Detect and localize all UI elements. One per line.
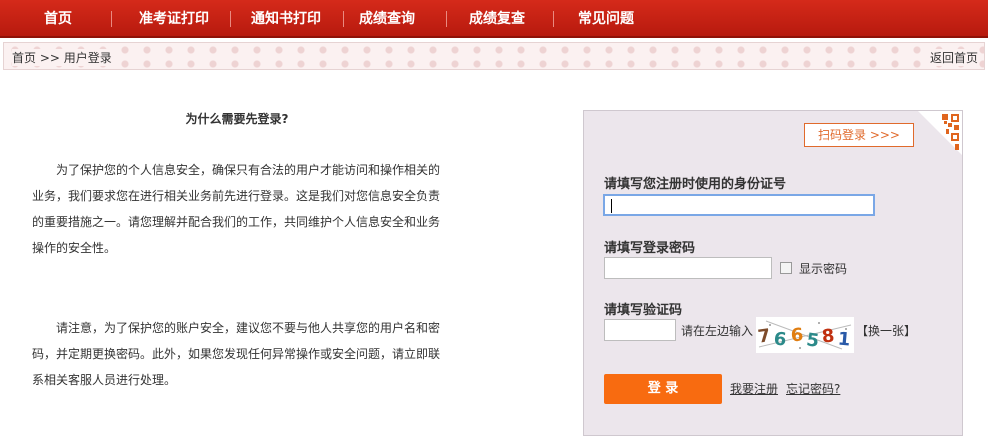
nav-faq[interactable]: 常见问题 — [564, 0, 648, 38]
info-paragraph: 为了保护您的个人信息安全，确保只有合法的用户才能访问和操作相关的业务，我们要求您… — [32, 163, 441, 255]
info-paragraph: 请注意，为了保护您的账户安全，建议您不要与他人共享您的用户名和密码，并定期更换密… — [32, 321, 441, 387]
nav-admission-ticket[interactable]: 准考证打印 — [120, 0, 228, 38]
qr-code-icon[interactable] — [918, 111, 962, 155]
back-home-link[interactable]: 返回首页 — [923, 49, 978, 66]
captcha-char: 1 — [837, 329, 851, 351]
breadcrumb-bar: 首页 >> 用户登录 返回首页 — [3, 42, 985, 70]
nav-home[interactable]: 首页 — [18, 0, 98, 38]
captcha-char: 6 — [773, 328, 788, 350]
show-password-label: 显示密码 — [799, 262, 848, 276]
forgot-password-link[interactable]: 忘记密码? — [786, 380, 840, 397]
top-nav: 首页 准考证打印 通知书打印 成绩查询 成绩复查 常见问题 — [0, 0, 988, 38]
text-caret — [611, 199, 612, 213]
nav-divider — [446, 11, 447, 27]
captcha-label: 请填写验证码 — [604, 303, 683, 318]
nav-notice-print[interactable]: 通知书打印 — [232, 0, 340, 38]
captcha-hint: 请在左边输入 — [681, 324, 754, 338]
breadcrumb: 首页 >> 用户登录 — [12, 49, 118, 66]
register-link[interactable]: 我要注册 — [730, 380, 778, 397]
scan-login-button[interactable]: 扫码登录 >>> — [804, 123, 914, 147]
captcha-image[interactable]: 7 6 6 5 8 1 — [756, 317, 854, 353]
nav-divider — [343, 11, 344, 27]
nav-divider — [553, 11, 554, 27]
show-password-checkbox[interactable] — [780, 262, 792, 274]
id-number-input[interactable] — [603, 194, 875, 216]
id-number-label: 请填写您注册时使用的身份证号 — [604, 177, 787, 192]
nav-score-query[interactable]: 成绩查询 — [345, 0, 429, 38]
change-captcha-link[interactable]: 【换一张】 — [856, 322, 916, 339]
nav-divider — [111, 11, 112, 27]
password-input[interactable] — [604, 257, 772, 279]
captcha-char: 8 — [821, 325, 836, 347]
login-panel: 扫码登录 >>> 请填写您注册时使用的身份证号 请填写登录密码 显示密码 请填写… — [583, 110, 963, 436]
nav-divider — [230, 11, 231, 27]
nav-score-review[interactable]: 成绩复查 — [455, 0, 539, 38]
info-title: 为什么需要先登录? — [185, 112, 289, 126]
captcha-char: 6 — [790, 325, 804, 347]
login-info: 为什么需要先登录? 为了保护您的个人信息安全，确保只有合法的用户才能访问和操作相… — [32, 110, 442, 393]
captcha-input[interactable] — [604, 319, 676, 341]
password-label: 请填写登录密码 — [604, 241, 696, 256]
login-button[interactable]: 登 录 — [604, 374, 722, 404]
